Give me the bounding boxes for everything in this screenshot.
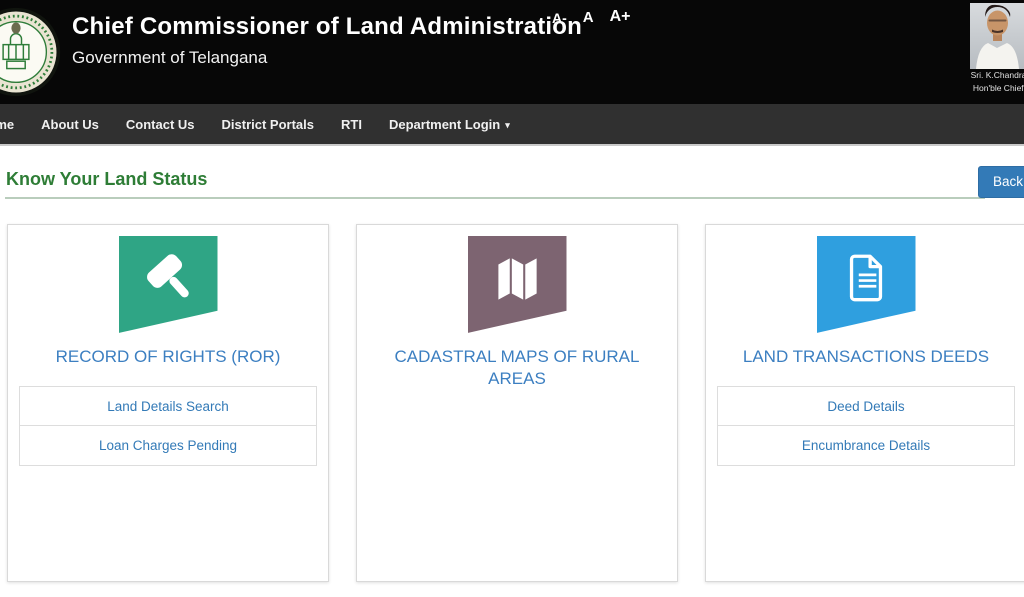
- telangana-emblem-logo: [0, 6, 62, 98]
- main-nav: Home About Us Contact Us District Portal…: [0, 104, 1024, 146]
- nav-item-contact-us[interactable]: Contact Us: [126, 117, 195, 132]
- chief-minister-caption: Sri. K.Chandrase Hon'ble Chief M: [938, 69, 1024, 95]
- site-header: Chief Commissioner of Land Administratio…: [0, 0, 1024, 104]
- link-encumbrance-details[interactable]: Encumbrance Details: [717, 426, 1015, 466]
- font-normal-button[interactable]: A: [583, 9, 594, 26]
- gavel-icon: [119, 236, 218, 333]
- link-deed-details[interactable]: Deed Details: [717, 386, 1015, 426]
- map-icon: [468, 236, 567, 333]
- card-land-transactions: LAND TRANSACTIONS DEEDS Deed Details Enc…: [705, 224, 1024, 582]
- nav-item-department-login[interactable]: Department Login ▾: [389, 117, 510, 132]
- back-button[interactable]: Back: [978, 166, 1024, 198]
- site-subtitle: Government of Telangana: [72, 48, 582, 68]
- card-title-land-transactions: LAND TRANSACTIONS DEEDS: [724, 346, 1009, 368]
- caret-down-icon: ▾: [505, 120, 510, 130]
- department-login-label: Department Login: [389, 117, 500, 132]
- site-title: Chief Commissioner of Land Administratio…: [72, 13, 582, 41]
- font-decrease-button[interactable]: A-: [552, 10, 567, 26]
- link-loan-charges-pending[interactable]: Loan Charges Pending: [19, 426, 317, 466]
- card-title-cadastral-maps: CADASTRAL MAPS OF RURAL AREAS: [375, 346, 660, 390]
- page-title: Know Your Land Status: [6, 169, 207, 190]
- card-title-record-of-rights: RECORD OF RIGHTS (ROR): [26, 346, 311, 368]
- chief-minister-name: Sri. K.Chandrase: [938, 69, 1024, 82]
- font-size-controls: A- A A+: [552, 8, 631, 26]
- font-increase-button[interactable]: A+: [610, 8, 631, 26]
- record-of-rights-links: Land Details Search Loan Charges Pending: [19, 386, 317, 466]
- chief-minister-title: Hon'ble Chief M: [938, 82, 1024, 95]
- document-icon: [817, 236, 916, 333]
- nav-item-rti[interactable]: RTI: [341, 117, 362, 132]
- link-land-details-search[interactable]: Land Details Search: [19, 386, 317, 426]
- header-title-block: Chief Commissioner of Land Administratio…: [72, 13, 582, 68]
- heading-divider: [5, 197, 985, 199]
- nav-item-about-us[interactable]: About Us: [41, 117, 99, 132]
- chief-minister-photo: [970, 3, 1024, 69]
- card-cadastral-maps: CADASTRAL MAPS OF RURAL AREAS: [356, 224, 678, 582]
- nav-item-district-portals[interactable]: District Portals: [222, 117, 314, 132]
- nav-item-home[interactable]: Home: [0, 117, 14, 132]
- card-record-of-rights: RECORD OF RIGHTS (ROR) Land Details Sear…: [7, 224, 329, 582]
- land-transactions-links: Deed Details Encumbrance Details: [717, 386, 1015, 466]
- screen: Chief Commissioner of Land Administratio…: [0, 0, 1024, 597]
